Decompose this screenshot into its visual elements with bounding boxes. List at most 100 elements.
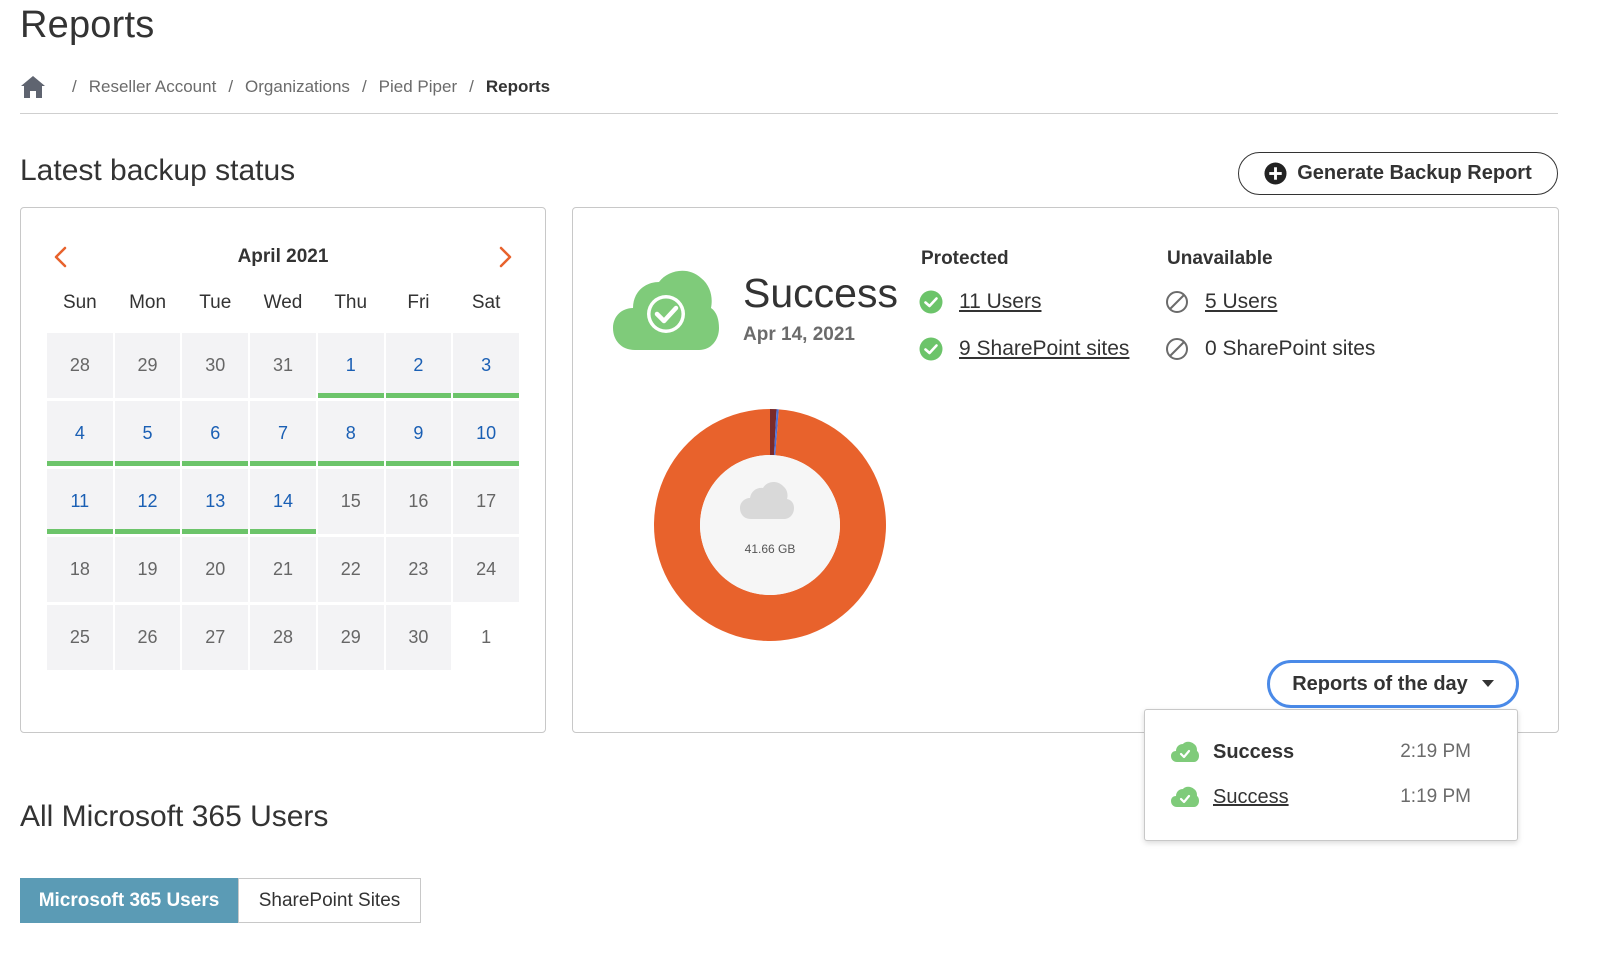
calendar-day[interactable]: 29 <box>114 333 181 398</box>
calendar-day[interactable]: 20 <box>182 537 249 602</box>
breadcrumb-current: Reports <box>485 77 551 96</box>
calendar-day[interactable]: 22 <box>317 537 384 602</box>
calendar-day[interactable]: 16 <box>385 469 452 534</box>
calendar-day[interactable]: 26 <box>114 605 181 670</box>
protected-sites-row: 9 SharePoint sites <box>919 337 1129 361</box>
caret-down-icon <box>1481 680 1494 687</box>
calendar-grid: 28 29 30 31 1 2 3 4 5 6 7 8 9 10 11 12 13 14 15 16 17 18 19 20 2… <box>47 333 519 670</box>
calendar-day[interactable]: 15 <box>317 469 384 534</box>
calendar-day[interactable]: 30 <box>385 605 452 670</box>
report-menu-item[interactable]: Success 1:19 PM <box>1171 783 1471 811</box>
breadcrumb-separator: / <box>469 77 474 96</box>
calendar-weekday: Sat <box>471 292 501 313</box>
backup-status-card: Success Apr 14, 2021 Protected Unavailab… <box>572 207 1559 733</box>
calendar-day[interactable]: 6 <box>182 401 249 466</box>
unavailable-sites-row: 0 SharePoint sites <box>1165 337 1375 361</box>
calendar-day[interactable]: 19 <box>114 537 181 602</box>
calendar-day[interactable]: 11 <box>47 469 113 534</box>
all-microsoft-365-users-title: All Microsoft 365 Users <box>20 800 329 833</box>
breadcrumb-organizations[interactable]: Organizations <box>245 77 350 97</box>
calendar-day[interactable]: 28 <box>250 605 316 670</box>
calendar-day[interactable]: 1 <box>317 333 384 398</box>
cloud-success-icon <box>1171 741 1199 762</box>
calendar-prev-button[interactable] <box>47 244 73 270</box>
reports-of-the-day-label: Reports of the day <box>1292 672 1468 695</box>
breadcrumb-divider <box>20 113 1558 114</box>
tab-sharepoint-sites[interactable]: SharePoint Sites <box>238 878 421 923</box>
breadcrumb-reseller-account[interactable]: Reseller Account <box>89 77 217 97</box>
reports-of-the-day-menu: Success 2:19 PM Success 1:19 PM <box>1144 709 1518 841</box>
calendar-day[interactable]: 9 <box>385 401 452 466</box>
report-menu-item[interactable]: Success 2:19 PM <box>1171 738 1471 766</box>
check-circle-icon <box>919 290 943 314</box>
breadcrumb-separator: / <box>72 77 77 96</box>
breadcrumb-separator: / <box>228 77 234 96</box>
calendar-weekday: Tue <box>199 292 232 313</box>
calendar-day[interactable]: 18 <box>47 537 113 602</box>
calendar-day[interactable]: 12 <box>114 469 181 534</box>
calendar-weekday: Sun <box>62 292 97 313</box>
breadcrumb: / Reseller Account / Organizations / Pie… <box>20 72 550 102</box>
latest-backup-status-title: Latest backup status <box>20 154 296 187</box>
unavailable-sites-text: 0 SharePoint sites <box>1205 337 1376 360</box>
calendar-day[interactable]: 5 <box>114 401 181 466</box>
protected-heading: Protected <box>921 248 1009 269</box>
calendar-day[interactable]: 25 <box>47 605 113 670</box>
calendar-day[interactable]: 1 <box>453 605 519 670</box>
report-menu-item-time: 1:19 PM <box>1400 786 1471 807</box>
home-icon[interactable] <box>20 74 46 100</box>
calendar-weekday-row: Sun Mon Tue Wed Thu Fri Sat <box>47 292 519 314</box>
calendar-day[interactable]: 8 <box>317 401 384 466</box>
calendar-day[interactable]: 31 <box>250 333 316 398</box>
block-icon <box>1166 291 1188 313</box>
calendar-day[interactable]: 17 <box>453 469 519 534</box>
calendar-day[interactable]: 7 <box>250 401 316 466</box>
calendar-day[interactable]: 28 <box>47 333 113 398</box>
block-icon <box>1166 338 1188 360</box>
cloud-success-icon <box>613 270 719 350</box>
calendar-day[interactable]: 4 <box>47 401 113 466</box>
generate-backup-report-label: Generate Backup Report <box>1297 162 1532 184</box>
calendar-day[interactable]: 10 <box>453 401 519 466</box>
calendar-day[interactable]: 21 <box>250 537 316 602</box>
page-title: Reports <box>20 4 155 46</box>
calendar-day[interactable]: 23 <box>385 537 452 602</box>
calendar-day[interactable]: 30 <box>182 333 249 398</box>
calendar-header: April 2021 <box>47 244 519 270</box>
calendar-weekday: Fri <box>407 292 430 313</box>
calendar-day[interactable]: 2 <box>385 333 452 398</box>
reports-of-the-day-button[interactable]: Reports of the day <box>1267 660 1519 708</box>
calendar-weekday: Wed <box>263 292 303 313</box>
breadcrumb-separator: / <box>361 77 367 96</box>
calendar-day[interactable]: 29 <box>317 605 384 670</box>
calendar-day[interactable]: 14 <box>250 469 316 534</box>
status-title: Success <box>743 270 898 316</box>
cloud-success-icon <box>1171 786 1199 807</box>
generate-backup-report-button[interactable]: Generate Backup Report <box>1238 152 1558 195</box>
users-tabs: Microsoft 365 Users SharePoint Sites <box>20 878 421 923</box>
calendar-day[interactable]: 3 <box>453 333 519 398</box>
protected-users-row: 11 Users <box>919 290 1041 314</box>
plus-circle-icon <box>1264 162 1287 185</box>
protected-sites-link[interactable]: 9 SharePoint sites <box>959 337 1129 361</box>
unavailable-users-row: 5 Users <box>1165 290 1277 314</box>
calendar-next-button[interactable] <box>493 244 519 270</box>
chevron-left-icon <box>54 246 67 268</box>
calendar-day[interactable]: 13 <box>182 469 249 534</box>
chevron-right-icon <box>499 246 512 268</box>
calendar-weekday: Thu <box>334 292 368 313</box>
calendar-day[interactable]: 27 <box>182 605 249 670</box>
tab-microsoft-365-users[interactable]: Microsoft 365 Users <box>20 878 238 923</box>
breadcrumb-pied-piper[interactable]: Pied Piper <box>379 77 457 97</box>
check-circle-icon <box>919 337 943 361</box>
calendar-weekday: Mon <box>129 292 167 313</box>
calendar-day[interactable]: 24 <box>453 537 519 602</box>
report-menu-item-label: Success <box>1213 740 1295 763</box>
status-date: Apr 14, 2021 <box>743 324 855 345</box>
calendar-month-label: April 2021 <box>237 246 329 267</box>
unavailable-users-link[interactable]: 5 Users <box>1205 290 1277 314</box>
storage-donut-svg: 41.66 GB <box>654 409 886 641</box>
report-menu-item-time: 2:19 PM <box>1400 741 1471 762</box>
protected-users-link[interactable]: 11 Users <box>959 290 1041 314</box>
donut-center-label: 41.66 GB <box>745 542 796 556</box>
